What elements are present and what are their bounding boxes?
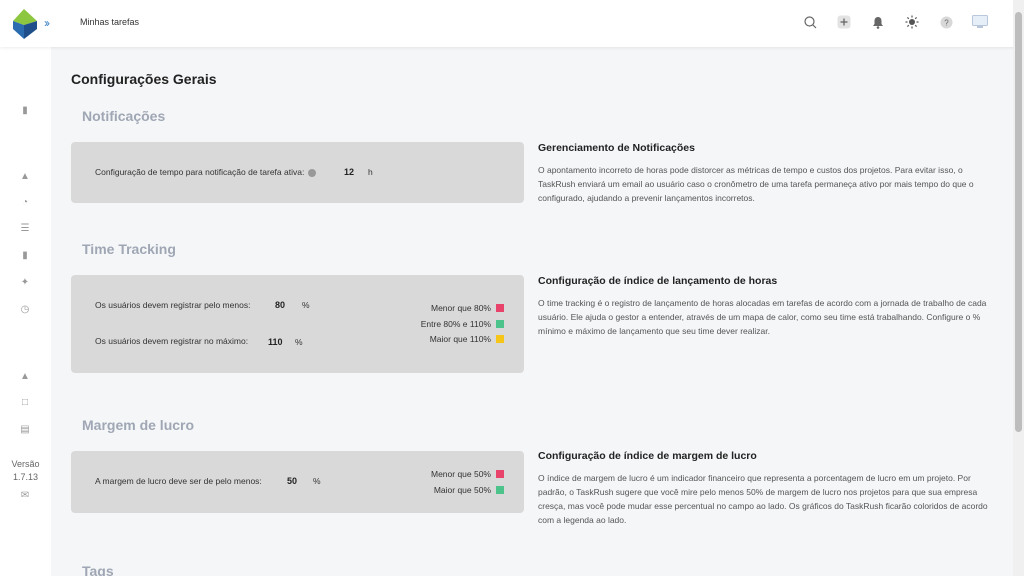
version-number: 1.7.13 [12,472,39,482]
monitor-icon[interactable] [972,14,988,30]
svg-text:?: ? [944,18,949,27]
sidebar-file-icon[interactable]: □ [19,396,31,408]
time-tracking-desc-title: Configuração de índice de lançamento de … [538,275,778,287]
legend-item: Menor que 50% [431,469,504,479]
notification-time-input[interactable]: 12 [344,167,354,177]
top-bar: ›› Minhas tarefas ? [0,0,1024,47]
time-tracking-card: Os usuários devem registrar pelo menos: … [71,275,524,373]
notifications-desc-title: Gerenciamento de Notificações [538,142,695,154]
search-icon[interactable] [802,14,818,30]
help-icon[interactable]: ? [938,14,954,30]
sidebar-team-icon[interactable]: ▲ [19,370,31,382]
bell-icon[interactable] [870,14,886,30]
legend-swatch-red [496,470,504,478]
main-content: Configurações Gerais Notificações Config… [51,47,1013,576]
profit-margin-desc-text: O índice de margem de lucro é um indicad… [538,473,988,525]
legend-item: Entre 80% e 110% [421,319,504,329]
sidebar-layers-icon[interactable]: ☰ [19,222,31,234]
section-title-time-tracking: Time Tracking [82,241,176,257]
time-max-unit: % [295,337,303,347]
legend-swatch-red [496,304,504,312]
time-min-input[interactable]: 80 [275,300,285,310]
mail-icon[interactable]: ✉ [19,489,31,501]
notifications-card: Configuração de tempo para notificação d… [71,142,524,203]
profit-margin-label: A margem de lucro deve ser de pelo menos… [95,476,262,486]
sun-icon[interactable] [904,14,920,30]
sidebar-documents-icon[interactable]: ▮ [19,249,31,261]
breadcrumb[interactable]: Minhas tarefas [80,17,139,27]
add-icon[interactable] [836,14,852,30]
time-tracking-desc-text: O time tracking é o registro de lançamen… [538,298,987,336]
scrollbar-thumb[interactable] [1015,12,1022,432]
sidebar-pin-icon[interactable]: ✦ [19,276,31,288]
legend-swatch-yellow [496,335,504,343]
page-scrollbar[interactable] [1013,0,1024,576]
profit-margin-input[interactable]: 50 [287,476,297,486]
sidebar-notes-icon[interactable]: ▤ [19,423,31,435]
section-title-profit-margin: Margem de lucro [82,417,195,433]
sidebar-reports-icon[interactable]: ◔ [19,196,31,208]
time-max-label: Os usuários devem registrar no máximo: [95,336,249,346]
profit-margin-card: A margem de lucro deve ser de pelo menos… [71,451,524,513]
legend-item: Maior que 110% [430,334,504,344]
page-title: Configurações Gerais [71,71,217,87]
notification-time-label: Configuração de tempo para notificação d… [95,167,317,177]
profit-margin-desc-title: Configuração de índice de margem de lucr… [538,450,757,462]
sidebar-tasks-icon[interactable]: ▮ [19,104,31,116]
sidebar: ▮ ▲ ◔ ☰ ▮ ✦ ◷ ▲ □ ▤ Versão 1.7.13 ✉ [0,47,51,576]
sidebar-clock-icon[interactable]: ◷ [19,303,31,315]
section-title-tags: Tags [82,563,114,576]
legend-item: Menor que 80% [431,303,504,313]
taskrush-logo[interactable] [11,9,37,39]
section-title-notifications: Notificações [82,108,166,124]
time-min-label: Os usuários devem registrar pelo menos: [95,300,251,310]
time-max-input[interactable]: 110 [268,337,283,347]
legend-item: Maior que 50% [434,485,504,495]
notifications-desc-text: O apontamento incorreto de horas pode di… [538,165,974,203]
time-min-unit: % [302,300,310,310]
profit-margin-unit: % [313,476,321,486]
legend-swatch-green [496,320,504,328]
legend-swatch-green [496,486,504,494]
notification-time-unit: h [368,167,373,177]
version-label: Versão [11,459,40,469]
sidebar-projects-icon[interactable]: ▲ [19,170,31,182]
expand-sidebar-icon[interactable]: ›› [44,16,50,30]
info-icon[interactable] [308,168,317,177]
toolbar-icons: ? [802,14,988,30]
